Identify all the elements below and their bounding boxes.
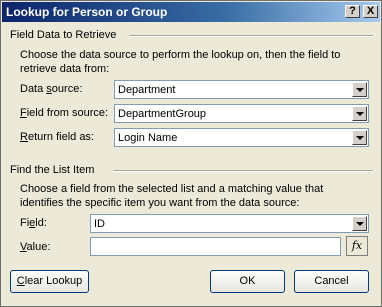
chevron-down-icon[interactable] bbox=[352, 82, 367, 97]
dialog-title: Lookup for Person or Group bbox=[6, 5, 168, 19]
close-button[interactable]: X bbox=[363, 5, 378, 18]
lookup-dialog: Lookup for Person or Group ? X Field Dat… bbox=[0, 0, 382, 307]
field-select[interactable]: ID bbox=[90, 214, 369, 233]
cancel-button[interactable]: Cancel bbox=[294, 270, 369, 293]
clear-lookup-button[interactable]: Clear Lookup bbox=[10, 270, 89, 293]
ok-button[interactable]: OK bbox=[210, 270, 285, 293]
field-from-source-select[interactable]: DepartmentGroup bbox=[114, 104, 369, 123]
value-label: Value: bbox=[20, 241, 51, 253]
title-bar: Lookup for Person or Group ? X bbox=[2, 2, 380, 22]
field-data-section-title: Field Data to Retrieve bbox=[10, 29, 117, 41]
help-icon: ? bbox=[349, 5, 356, 17]
data-source-select[interactable]: Department bbox=[114, 80, 369, 99]
chevron-down-icon[interactable] bbox=[352, 216, 367, 231]
return-field-label: Return field as: bbox=[20, 131, 94, 143]
field-data-description: Choose the data source to perform the lo… bbox=[20, 49, 341, 75]
find-section-title: Find the List Item bbox=[10, 164, 95, 176]
function-icon: fx bbox=[351, 239, 363, 252]
data-source-label: Data source: bbox=[20, 83, 83, 95]
data-source-value: Department bbox=[118, 84, 176, 96]
field-from-source-value: DepartmentGroup bbox=[118, 108, 207, 120]
section-divider bbox=[129, 35, 373, 37]
field-label: Field: bbox=[20, 217, 47, 229]
field-from-source-label: Field from source: bbox=[20, 107, 109, 119]
chevron-down-icon[interactable] bbox=[352, 130, 367, 145]
chevron-down-icon[interactable] bbox=[352, 106, 367, 121]
return-field-value: Login Name bbox=[118, 132, 178, 144]
formula-button[interactable]: fx bbox=[346, 236, 368, 256]
field-value: ID bbox=[94, 218, 105, 230]
close-icon: X bbox=[366, 5, 375, 17]
find-description: Choose a field from the selected list an… bbox=[20, 183, 324, 209]
value-input[interactable] bbox=[90, 237, 341, 256]
return-field-select[interactable]: Login Name bbox=[114, 128, 369, 147]
section-divider bbox=[113, 170, 373, 172]
help-button[interactable]: ? bbox=[345, 5, 360, 18]
